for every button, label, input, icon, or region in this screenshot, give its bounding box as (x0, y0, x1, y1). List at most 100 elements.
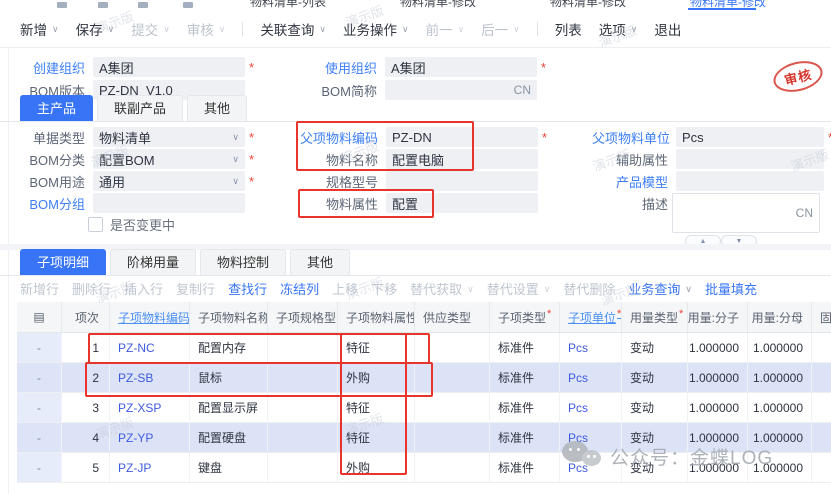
col-child-attr[interactable]: 子项物料属性 (338, 302, 415, 332)
tab-detail-other[interactable]: 其他 (290, 249, 350, 275)
save-button[interactable]: 保存 (76, 19, 115, 39)
col-usage-type[interactable]: 用量类型 (622, 302, 688, 332)
material-name-input[interactable]: 配置电脑 (386, 149, 538, 169)
col-child-unit[interactable]: 子项单位 (560, 302, 622, 332)
col-child-spec[interactable]: 子项规格型... (268, 302, 338, 332)
use-org-input[interactable]: A集团 (385, 57, 537, 77)
cell-code[interactable]: PZ-XSP (110, 393, 190, 422)
page-tab[interactable]: 物料清单-修改 (400, 0, 476, 10)
table-row[interactable]: - 5 PZ-JP 键盘 外购 标准件 Pcs 变动 1.000000 1.00… (17, 453, 831, 483)
cell-unit[interactable]: Pcs (560, 423, 622, 452)
cell-code[interactable]: PZ-JP (110, 453, 190, 482)
new-button[interactable]: 新增 (20, 19, 59, 39)
page-tab[interactable]: 物料清单-列表 (250, 0, 326, 10)
business-query-button[interactable]: 业务查询 (628, 279, 692, 298)
doc-type-select[interactable]: 物料清单 (93, 127, 245, 147)
col-usage-denominator[interactable]: 用量:分母 (748, 302, 812, 332)
table-row[interactable]: - 3 PZ-XSP 配置显示屏 特征 标准件 Pcs 变动 1.000000 … (17, 393, 831, 423)
batch-fill-button[interactable]: 批量填充 (705, 279, 757, 298)
substitute-set-button[interactable]: 替代设置 (487, 279, 551, 298)
bom-usage-select[interactable]: 通用 (93, 171, 245, 191)
use-org-label[interactable]: 使用组织 (305, 58, 377, 77)
add-row-button[interactable]: 新增行 (20, 279, 59, 298)
cell-code[interactable]: PZ-SB (110, 363, 190, 392)
col-usage-numerator[interactable]: 用量:分子 (688, 302, 748, 332)
aux-attr-input[interactable] (676, 149, 824, 169)
table-row[interactable]: - 4 PZ-YP 配置硬盘 特征 标准件 Pcs 变动 1.000000 1.… (17, 423, 831, 453)
column-menu-icon[interactable]: ▤ (17, 302, 62, 332)
tab-other[interactable]: 其他 (187, 95, 247, 121)
cell-unit[interactable]: Pcs (560, 393, 622, 422)
list-button[interactable]: 列表 (555, 19, 582, 39)
business-operation-button[interactable]: 业务操作 (343, 19, 409, 39)
cell-unit[interactable]: Pcs (560, 363, 622, 392)
bom-category-select[interactable]: 配置BOM (93, 149, 245, 169)
cell-seq: 3 (62, 393, 110, 422)
copy-row-button[interactable]: 复制行 (176, 279, 215, 298)
insert-row-button[interactable]: 插入行 (124, 279, 163, 298)
parent-code-label[interactable]: 父项物料编码 (300, 128, 378, 147)
col-seq[interactable]: 项次 (62, 302, 110, 332)
bom-category-label: BOM分类 (15, 150, 85, 169)
changing-checkbox[interactable] (88, 217, 103, 232)
row-expander[interactable]: - (17, 393, 62, 422)
parent-unit-input[interactable]: Pcs (676, 127, 824, 147)
tab-child-detail[interactable]: 子项明细 (20, 249, 106, 275)
move-up-button[interactable]: 上移 (332, 279, 358, 298)
create-org-label[interactable]: 创建组织 (15, 58, 85, 77)
col-child-type[interactable]: 子项类型 (490, 302, 560, 332)
apps-icon[interactable] (138, 2, 148, 8)
table-row[interactable]: - 1 PZ-NC 配置内存 特征 标准件 Pcs 变动 1.000000 1.… (17, 333, 831, 363)
bom-group-label[interactable]: BOM分组 (15, 194, 85, 213)
col-supply-type[interactable]: 供应类型 (415, 302, 490, 332)
cell-code[interactable]: PZ-NC (110, 333, 190, 362)
description-label: 描述 (592, 194, 668, 213)
tab-step-usage[interactable]: 阶梯用量 (110, 249, 196, 275)
substitute-get-button[interactable]: 替代获取 (410, 279, 474, 298)
product-model-input[interactable] (676, 171, 824, 191)
row-expander[interactable]: - (17, 423, 62, 452)
page-tab[interactable]: 物料清单-修改 (550, 0, 626, 10)
move-down-button[interactable]: 下移 (371, 279, 397, 298)
row-expander[interactable]: - (17, 363, 62, 392)
bom-short-input[interactable]: CN (385, 80, 537, 100)
options-button[interactable]: 选项 (599, 19, 638, 39)
bom-short-label: BOM简称 (305, 81, 377, 100)
required-marker: * (542, 130, 547, 145)
related-query-button[interactable]: 关联查询 (260, 19, 326, 39)
product-model-label[interactable]: 产品模型 (592, 172, 668, 191)
next-button[interactable]: 后一 (481, 19, 520, 39)
cell-attr: 外购 (338, 363, 415, 392)
cell-code[interactable]: PZ-YP (110, 423, 190, 452)
tab-main-product[interactable]: 主产品 (20, 95, 93, 121)
spec-input[interactable] (386, 171, 538, 191)
doc-type-label: 单据类型 (15, 128, 85, 147)
row-expander[interactable]: - (17, 453, 62, 482)
substitute-delete-button[interactable]: 替代删除 (563, 279, 615, 298)
cell-unit[interactable]: Pcs (560, 333, 622, 362)
list-icon[interactable] (183, 2, 193, 8)
exit-button[interactable]: 退出 (654, 19, 681, 39)
row-expander[interactable]: - (17, 333, 62, 362)
table-row[interactable]: - 2 PZ-SB 鼠标 外购 标准件 Pcs 变动 1.000000 1.00… (17, 363, 831, 393)
col-child-name[interactable]: 子项物料名称 (190, 302, 268, 332)
delete-row-button[interactable]: 删除行 (72, 279, 111, 298)
description-textarea[interactable]: CN (672, 193, 820, 233)
find-row-button[interactable]: 查找行 (228, 279, 267, 298)
bom-group-input[interactable] (93, 193, 245, 213)
audit-button[interactable]: 审核 (187, 19, 226, 39)
create-org-input[interactable]: A集团 (93, 57, 245, 77)
material-attr-input[interactable]: 配置 (386, 193, 538, 213)
tab-co-products[interactable]: 联副产品 (97, 95, 183, 121)
freeze-column-button[interactable]: 冻结列 (280, 279, 319, 298)
parent-unit-label[interactable]: 父项物料单位 (592, 128, 668, 147)
menu-icon[interactable] (98, 2, 108, 8)
col-fixed-loss[interactable]: 固定损耗 (812, 302, 831, 332)
home-icon[interactable] (57, 2, 67, 8)
col-child-code[interactable]: 子项物料编码 (110, 302, 190, 332)
parent-code-input[interactable]: PZ-DN (386, 127, 538, 147)
previous-button[interactable]: 前一 (426, 19, 465, 39)
cell-unit[interactable]: Pcs (560, 453, 622, 482)
tab-material-control[interactable]: 物料控制 (200, 249, 286, 275)
submit-button[interactable]: 提交 (131, 19, 170, 39)
